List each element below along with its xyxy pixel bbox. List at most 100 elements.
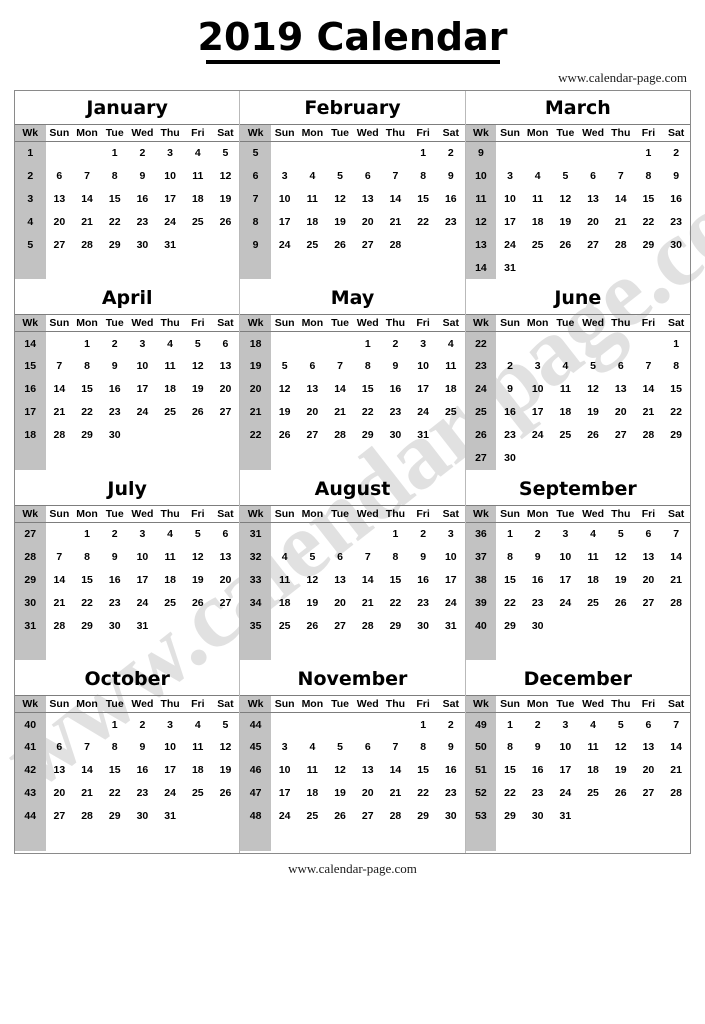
date-cell[interactable]: 14 xyxy=(662,736,690,759)
date-cell[interactable]: 9 xyxy=(382,355,410,378)
date-cell[interactable]: 18 xyxy=(299,782,327,805)
date-cell[interactable]: 11 xyxy=(524,187,552,210)
date-cell[interactable]: 9 xyxy=(496,378,524,401)
date-cell[interactable]: 3 xyxy=(524,355,552,378)
date-cell[interactable]: 3 xyxy=(129,522,157,545)
date-cell[interactable]: 10 xyxy=(156,736,184,759)
date-cell[interactable]: 16 xyxy=(524,759,552,782)
date-cell[interactable]: 21 xyxy=(662,759,690,782)
date-cell[interactable]: 13 xyxy=(635,736,663,759)
date-cell[interactable]: 4 xyxy=(156,522,184,545)
date-cell[interactable]: 17 xyxy=(129,378,157,401)
date-cell[interactable]: 23 xyxy=(129,782,157,805)
date-cell[interactable]: 16 xyxy=(662,187,690,210)
date-cell[interactable]: 5 xyxy=(326,736,354,759)
date-cell[interactable]: 16 xyxy=(409,568,437,591)
date-cell[interactable]: 25 xyxy=(437,401,465,424)
date-cell[interactable]: 16 xyxy=(129,187,157,210)
date-cell[interactable]: 29 xyxy=(101,805,129,828)
date-cell[interactable]: 7 xyxy=(326,355,354,378)
date-cell[interactable]: 30 xyxy=(524,805,552,828)
date-cell[interactable]: 3 xyxy=(156,141,184,164)
date-cell[interactable]: 26 xyxy=(326,233,354,256)
date-cell[interactable]: 18 xyxy=(437,378,465,401)
date-cell[interactable]: 17 xyxy=(496,210,524,233)
date-cell[interactable]: 9 xyxy=(524,545,552,568)
date-cell[interactable]: 25 xyxy=(156,401,184,424)
date-cell[interactable]: 17 xyxy=(409,378,437,401)
date-cell[interactable]: 5 xyxy=(212,713,240,736)
date-cell[interactable]: 4 xyxy=(299,164,327,187)
date-cell[interactable]: 3 xyxy=(129,332,157,355)
date-cell[interactable]: 21 xyxy=(73,210,101,233)
date-cell[interactable]: 24 xyxy=(552,782,580,805)
date-cell[interactable]: 10 xyxy=(409,355,437,378)
date-cell[interactable]: 19 xyxy=(326,210,354,233)
date-cell[interactable]: 22 xyxy=(73,591,101,614)
date-cell[interactable]: 8 xyxy=(101,164,129,187)
date-cell[interactable]: 5 xyxy=(607,713,635,736)
date-cell[interactable]: 15 xyxy=(354,378,382,401)
date-cell[interactable]: 1 xyxy=(662,332,690,355)
date-cell[interactable]: 31 xyxy=(409,424,437,447)
date-cell[interactable]: 21 xyxy=(46,591,74,614)
date-cell[interactable]: 18 xyxy=(524,210,552,233)
date-cell[interactable]: 7 xyxy=(73,164,101,187)
date-cell[interactable]: 19 xyxy=(607,759,635,782)
date-cell[interactable]: 27 xyxy=(46,233,74,256)
date-cell[interactable]: 16 xyxy=(437,759,465,782)
date-cell[interactable]: 13 xyxy=(354,187,382,210)
date-cell[interactable]: 18 xyxy=(299,210,327,233)
date-cell[interactable]: 20 xyxy=(299,401,327,424)
date-cell[interactable]: 9 xyxy=(101,355,129,378)
date-cell[interactable]: 29 xyxy=(73,614,101,637)
date-cell[interactable]: 2 xyxy=(496,355,524,378)
date-cell[interactable]: 10 xyxy=(156,164,184,187)
date-cell[interactable]: 8 xyxy=(662,355,690,378)
date-cell[interactable]: 4 xyxy=(271,545,299,568)
date-cell[interactable]: 6 xyxy=(212,522,240,545)
date-cell[interactable]: 23 xyxy=(524,782,552,805)
date-cell[interactable]: 27 xyxy=(212,401,240,424)
date-cell[interactable]: 28 xyxy=(635,424,663,447)
date-cell[interactable]: 26 xyxy=(607,591,635,614)
date-cell[interactable]: 5 xyxy=(552,164,580,187)
date-cell[interactable]: 9 xyxy=(409,545,437,568)
date-cell[interactable]: 28 xyxy=(662,782,690,805)
date-cell[interactable]: 15 xyxy=(73,568,101,591)
date-cell[interactable]: 20 xyxy=(579,210,607,233)
date-cell[interactable]: 10 xyxy=(271,759,299,782)
date-cell[interactable]: 24 xyxy=(496,233,524,256)
date-cell[interactable]: 29 xyxy=(409,805,437,828)
date-cell[interactable]: 2 xyxy=(409,522,437,545)
date-cell[interactable]: 16 xyxy=(101,378,129,401)
date-cell[interactable]: 19 xyxy=(184,568,212,591)
date-cell[interactable]: 15 xyxy=(409,759,437,782)
date-cell[interactable]: 20 xyxy=(354,782,382,805)
date-cell[interactable]: 24 xyxy=(271,233,299,256)
date-cell[interactable]: 4 xyxy=(552,355,580,378)
date-cell[interactable]: 16 xyxy=(129,759,157,782)
date-cell[interactable]: 31 xyxy=(156,805,184,828)
date-cell[interactable]: 10 xyxy=(129,545,157,568)
date-cell[interactable]: 27 xyxy=(354,233,382,256)
date-cell[interactable]: 1 xyxy=(101,713,129,736)
date-cell[interactable]: 15 xyxy=(101,759,129,782)
date-cell[interactable]: 30 xyxy=(409,614,437,637)
date-cell[interactable]: 15 xyxy=(496,759,524,782)
date-cell[interactable]: 11 xyxy=(184,736,212,759)
date-cell[interactable]: 5 xyxy=(607,522,635,545)
date-cell[interactable]: 21 xyxy=(382,782,410,805)
date-cell[interactable]: 22 xyxy=(73,401,101,424)
date-cell[interactable]: 30 xyxy=(496,447,524,470)
date-cell[interactable]: 19 xyxy=(552,210,580,233)
date-cell[interactable]: 14 xyxy=(326,378,354,401)
date-cell[interactable]: 19 xyxy=(299,591,327,614)
date-cell[interactable]: 2 xyxy=(524,522,552,545)
date-cell[interactable]: 23 xyxy=(409,591,437,614)
date-cell[interactable]: 13 xyxy=(46,187,74,210)
date-cell[interactable]: 25 xyxy=(524,233,552,256)
date-cell[interactable]: 22 xyxy=(101,210,129,233)
date-cell[interactable]: 17 xyxy=(156,759,184,782)
date-cell[interactable]: 8 xyxy=(409,736,437,759)
